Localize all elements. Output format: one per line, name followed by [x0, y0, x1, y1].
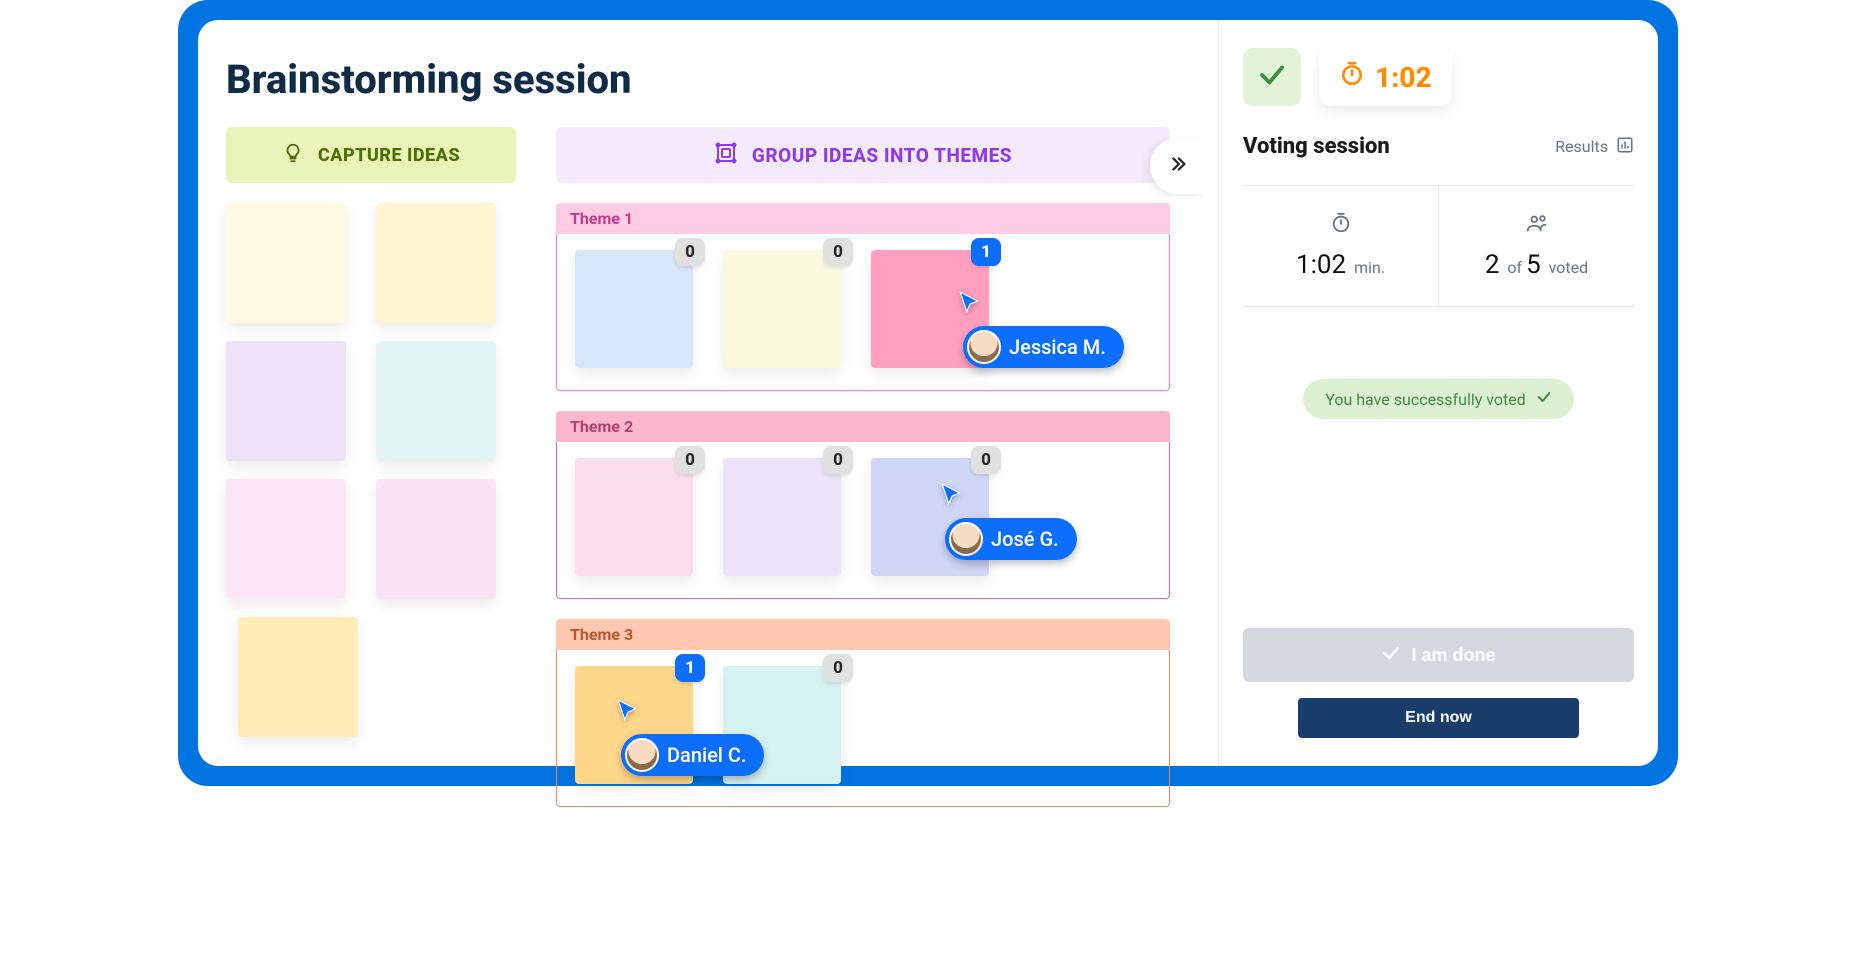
sticky-note[interactable] — [226, 341, 346, 461]
sticky-note[interactable] — [226, 479, 346, 599]
cursor-label: Daniel C. — [667, 743, 746, 767]
group-icon — [714, 141, 738, 170]
stat-voted-total: 5 — [1526, 250, 1541, 280]
done-label: I am done — [1411, 645, 1495, 666]
app-frame: Brainstorming session CAPTURE IDEAS — [178, 0, 1678, 786]
vote-badge[interactable]: 1 — [675, 654, 705, 682]
vote-badge[interactable]: 0 — [675, 238, 705, 266]
bar-chart-icon — [1616, 136, 1634, 158]
sticky-note[interactable]: 0 — [723, 250, 841, 368]
theme-block-3[interactable]: Theme 3 1 0 — [556, 619, 1170, 807]
stat-voted-word: voted — [1549, 258, 1589, 277]
cursor-label: Jessica M. — [1009, 335, 1106, 359]
check-icon — [1536, 389, 1552, 409]
capture-notes-grid — [226, 203, 516, 763]
theme-title: Theme 2 — [556, 411, 1170, 442]
sticky-note[interactable] — [226, 203, 346, 323]
stat-of-word: of — [1507, 258, 1522, 277]
whiteboard-canvas[interactable]: Brainstorming session CAPTURE IDEAS — [198, 20, 1198, 766]
column-header-capture: CAPTURE IDEAS — [226, 127, 516, 183]
theme-body: 0 0 1 — [556, 234, 1170, 391]
sticky-note[interactable] — [376, 479, 496, 599]
vote-badge[interactable]: 0 — [823, 446, 853, 474]
sticky-note[interactable]: 0 — [723, 458, 841, 576]
results-link[interactable]: Results — [1555, 136, 1634, 158]
end-now-button[interactable]: End now — [1298, 698, 1580, 738]
vote-badge[interactable]: 1 — [971, 238, 1001, 266]
column-group-themes: GROUP IDEAS INTO THEMES Theme 1 0 0 — [556, 127, 1170, 827]
vote-badge[interactable]: 0 — [675, 446, 705, 474]
panel-title: Voting session — [1243, 134, 1555, 159]
i-am-done-button[interactable]: I am done — [1243, 628, 1634, 682]
theme-body: 1 0 Daniel C. — [556, 650, 1170, 807]
avatar — [625, 738, 659, 772]
success-message: You have successfully voted — [1325, 390, 1526, 409]
theme-body: 0 0 0 — [556, 442, 1170, 599]
stat-voters: 2 of 5 voted — [1439, 186, 1634, 306]
stat-time-unit: min. — [1354, 258, 1385, 277]
sticky-note[interactable]: 0 — [575, 250, 693, 368]
check-icon — [1257, 60, 1287, 94]
sticky-note[interactable]: 0 — [575, 458, 693, 576]
theme-block-2[interactable]: Theme 2 0 0 0 — [556, 411, 1170, 599]
avatar — [967, 330, 1001, 364]
stat-time: 1:02 min. — [1243, 186, 1439, 306]
vote-badge[interactable]: 0 — [823, 238, 853, 266]
timer-pill: 1:02 — [1319, 49, 1452, 106]
vote-badge[interactable]: 0 — [971, 446, 1001, 474]
panel-actions: I am done End now — [1243, 628, 1634, 738]
stat-time-value: 1:02 — [1296, 250, 1346, 280]
cursor-label: José G. — [991, 527, 1059, 551]
stopwatch-icon — [1339, 61, 1365, 94]
column-capture-ideas: CAPTURE IDEAS .capture-grid { — [226, 127, 516, 763]
avatar — [949, 522, 983, 556]
vote-badge[interactable]: 0 — [823, 654, 853, 682]
panel-status-row: 1:02 — [1243, 48, 1634, 106]
end-label: End now — [1405, 709, 1472, 727]
timer-value: 1:02 — [1375, 61, 1432, 94]
remote-cursor-jose: José G. — [939, 482, 1077, 560]
app-inner: Brainstorming session CAPTURE IDEAS — [198, 20, 1658, 766]
panel-stats: 1:02 min. 2 of 5 voted — [1243, 186, 1634, 307]
sticky-note[interactable] — [376, 341, 496, 461]
column-header-themes: GROUP IDEAS INTO THEMES — [556, 127, 1170, 183]
panel-header-row: Voting session Results — [1243, 134, 1634, 159]
check-icon — [1381, 643, 1401, 668]
users-icon — [1447, 212, 1626, 238]
board-columns: CAPTURE IDEAS .capture-grid { — [226, 127, 1170, 827]
stopwatch-icon — [1251, 212, 1430, 238]
collapse-panel-button[interactable] — [1150, 138, 1206, 194]
status-success-box — [1243, 48, 1301, 106]
lightbulb-icon — [282, 142, 304, 169]
theme-block-1[interactable]: Theme 1 0 0 1 — [556, 203, 1170, 391]
column-header-capture-label: CAPTURE IDEAS — [318, 145, 460, 166]
remote-cursor-jessica: Jessica M. — [957, 290, 1124, 368]
stat-voted-count: 2 — [1485, 250, 1500, 280]
results-label: Results — [1555, 137, 1608, 156]
voting-panel: 1:02 Voting session Results — [1218, 20, 1658, 766]
theme-title: Theme 3 — [556, 619, 1170, 650]
chevrons-right-icon — [1167, 153, 1189, 179]
theme-title: Theme 1 — [556, 203, 1170, 234]
success-toast: You have successfully voted — [1303, 379, 1574, 419]
column-header-themes-label: GROUP IDEAS INTO THEMES — [752, 144, 1012, 167]
remote-cursor-daniel: Daniel C. — [615, 698, 764, 776]
board-title: Brainstorming session — [226, 56, 1170, 103]
sticky-note[interactable] — [238, 617, 358, 737]
sticky-note[interactable] — [376, 203, 496, 323]
